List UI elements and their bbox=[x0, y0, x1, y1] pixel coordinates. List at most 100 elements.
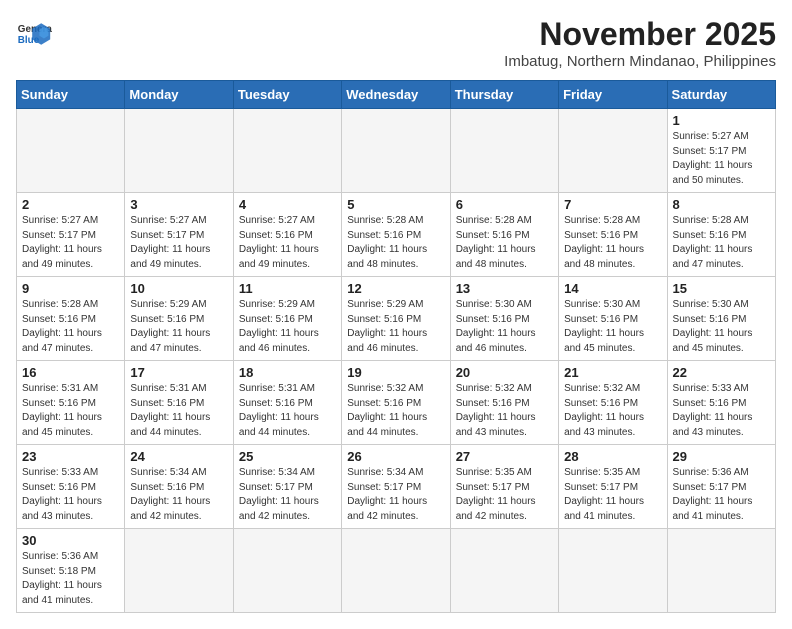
calendar-cell: 1 Sunrise: 5:27 AM Sunset: 5:17 PM Daylig… bbox=[667, 109, 775, 193]
day-number: 6 bbox=[456, 197, 553, 212]
calendar-cell: 27Sunrise: 5:35 AM Sunset: 5:17 PM Dayli… bbox=[450, 445, 558, 529]
calendar-cell: 16 Sunrise: 5:31 AM Sunset: 5:16 PM Dayli… bbox=[17, 361, 125, 445]
logo-icon: General Blue bbox=[16, 16, 52, 52]
calendar-cell: 12 Sunrise: 5:29 AM Sunset: 5:16 PM Dayli… bbox=[342, 277, 450, 361]
day-number: 4 bbox=[239, 197, 336, 212]
cell-sun-info: Sunrise: 5:30 AM Sunset: 5:16 PM Dayligh… bbox=[673, 298, 770, 356]
day-number: 16 bbox=[22, 365, 119, 380]
calendar-cell: 11 Sunrise: 5:29 AM Sunset: 5:16 PM Dayli… bbox=[233, 277, 341, 361]
cell-sun-info: Sunrise: 5:36 AM Sunset: 5:18 PM Dayligh… bbox=[22, 550, 119, 608]
calendar-cell: 22 Sunrise: 5:33 AM Sunset: 5:16 PM Dayli… bbox=[667, 361, 775, 445]
calendar-cell bbox=[450, 529, 558, 613]
calendar-cell: 7Sunrise: 5:28 AM Sunset: 5:16 PM Daylig… bbox=[559, 193, 667, 277]
month-year-title: November 2025 bbox=[504, 16, 776, 53]
day-number: 30 bbox=[22, 533, 119, 548]
day-header-monday: Monday bbox=[125, 81, 233, 109]
cell-sun-info: Sunrise: 5:28 AM Sunset: 5:16 PM Dayligh… bbox=[456, 214, 553, 272]
calendar-week-row: 1 Sunrise: 5:27 AM Sunset: 5:17 PM Daylig… bbox=[17, 109, 776, 193]
title-section: November 2025 Imbatug, Northern Mindanao… bbox=[504, 16, 776, 70]
day-number: 26 bbox=[347, 449, 444, 464]
cell-sun-info: Sunrise: 5:32 AM Sunset: 5:16 PM Dayligh… bbox=[456, 382, 553, 440]
location-subtitle: Imbatug, Northern Mindanao, Philippines bbox=[504, 53, 776, 70]
calendar-cell: 21 Sunrise: 5:32 AM Sunset: 5:16 PM Dayli… bbox=[559, 361, 667, 445]
cell-sun-info: Sunrise: 5:30 AM Sunset: 5:16 PM Dayligh… bbox=[456, 298, 553, 356]
day-header-wednesday: Wednesday bbox=[342, 81, 450, 109]
day-number: 20 bbox=[456, 365, 553, 380]
calendar-cell: 24 Sunrise: 5:34 AM Sunset: 5:16 PM Dayli… bbox=[125, 445, 233, 529]
day-number: 21 bbox=[564, 365, 661, 380]
calendar-cell: 6 Sunrise: 5:28 AM Sunset: 5:16 PM Daylig… bbox=[450, 193, 558, 277]
day-header-tuesday: Tuesday bbox=[233, 81, 341, 109]
calendar-week-row: 23 Sunrise: 5:33 AM Sunset: 5:16 PM Dayli… bbox=[17, 445, 776, 529]
day-number: 2 bbox=[22, 197, 119, 212]
logo: General Blue bbox=[16, 16, 52, 52]
day-number: 27 bbox=[456, 449, 553, 464]
calendar-cell: 9 Sunrise: 5:28 AM Sunset: 5:16 PM Daylig… bbox=[17, 277, 125, 361]
cell-sun-info: Sunrise: 5:29 AM Sunset: 5:16 PM Dayligh… bbox=[239, 298, 336, 356]
cell-sun-info: Sunrise: 5:29 AM Sunset: 5:16 PM Dayligh… bbox=[130, 298, 227, 356]
day-number: 14 bbox=[564, 281, 661, 296]
calendar-cell bbox=[233, 529, 341, 613]
day-number: 5 bbox=[347, 197, 444, 212]
cell-sun-info: Sunrise: 5:27 AM Sunset: 5:16 PM Dayligh… bbox=[239, 214, 336, 272]
calendar-cell bbox=[342, 109, 450, 193]
cell-sun-info: Sunrise: 5:32 AM Sunset: 5:16 PM Dayligh… bbox=[564, 382, 661, 440]
calendar-cell: 28Sunrise: 5:35 AM Sunset: 5:17 PM Dayli… bbox=[559, 445, 667, 529]
calendar-cell bbox=[450, 109, 558, 193]
cell-sun-info: Sunrise: 5:33 AM Sunset: 5:16 PM Dayligh… bbox=[673, 382, 770, 440]
calendar-cell bbox=[559, 109, 667, 193]
day-number: 11 bbox=[239, 281, 336, 296]
calendar-cell: 19Sunrise: 5:32 AM Sunset: 5:16 PM Dayli… bbox=[342, 361, 450, 445]
cell-sun-info: Sunrise: 5:27 AM Sunset: 5:17 PM Dayligh… bbox=[130, 214, 227, 272]
cell-sun-info: Sunrise: 5:33 AM Sunset: 5:16 PM Dayligh… bbox=[22, 466, 119, 524]
calendar-week-row: 30 Sunrise: 5:36 AM Sunset: 5:18 PM Dayli… bbox=[17, 529, 776, 613]
calendar-cell: 14Sunrise: 5:30 AM Sunset: 5:16 PM Dayli… bbox=[559, 277, 667, 361]
calendar-cell bbox=[125, 529, 233, 613]
calendar-header-row: SundayMondayTuesdayWednesdayThursdayFrid… bbox=[17, 81, 776, 109]
day-header-sunday: Sunday bbox=[17, 81, 125, 109]
calendar-cell bbox=[125, 109, 233, 193]
day-number: 1 bbox=[673, 113, 770, 128]
cell-sun-info: Sunrise: 5:34 AM Sunset: 5:16 PM Dayligh… bbox=[130, 466, 227, 524]
calendar-cell: 10 Sunrise: 5:29 AM Sunset: 5:16 PM Dayli… bbox=[125, 277, 233, 361]
day-number: 19 bbox=[347, 365, 444, 380]
day-header-saturday: Saturday bbox=[667, 81, 775, 109]
day-number: 29 bbox=[673, 449, 770, 464]
calendar-cell bbox=[559, 529, 667, 613]
cell-sun-info: Sunrise: 5:34 AM Sunset: 5:17 PM Dayligh… bbox=[239, 466, 336, 524]
cell-sun-info: Sunrise: 5:31 AM Sunset: 5:16 PM Dayligh… bbox=[130, 382, 227, 440]
day-number: 17 bbox=[130, 365, 227, 380]
calendar-cell bbox=[342, 529, 450, 613]
calendar-body: 1 Sunrise: 5:27 AM Sunset: 5:17 PM Daylig… bbox=[17, 109, 776, 613]
cell-sun-info: Sunrise: 5:28 AM Sunset: 5:16 PM Dayligh… bbox=[22, 298, 119, 356]
calendar-cell: 13 Sunrise: 5:30 AM Sunset: 5:16 PM Dayli… bbox=[450, 277, 558, 361]
day-number: 3 bbox=[130, 197, 227, 212]
calendar-week-row: 9 Sunrise: 5:28 AM Sunset: 5:16 PM Daylig… bbox=[17, 277, 776, 361]
cell-sun-info: Sunrise: 5:31 AM Sunset: 5:16 PM Dayligh… bbox=[22, 382, 119, 440]
calendar-cell bbox=[233, 109, 341, 193]
calendar-cell: 26Sunrise: 5:34 AM Sunset: 5:17 PM Dayli… bbox=[342, 445, 450, 529]
calendar-cell: 3 Sunrise: 5:27 AM Sunset: 5:17 PM Daylig… bbox=[125, 193, 233, 277]
calendar-cell: 5Sunrise: 5:28 AM Sunset: 5:16 PM Daylig… bbox=[342, 193, 450, 277]
cell-sun-info: Sunrise: 5:27 AM Sunset: 5:17 PM Dayligh… bbox=[673, 130, 770, 188]
day-number: 22 bbox=[673, 365, 770, 380]
day-number: 28 bbox=[564, 449, 661, 464]
calendar-cell: 8Sunrise: 5:28 AM Sunset: 5:16 PM Daylig… bbox=[667, 193, 775, 277]
cell-sun-info: Sunrise: 5:28 AM Sunset: 5:16 PM Dayligh… bbox=[564, 214, 661, 272]
cell-sun-info: Sunrise: 5:31 AM Sunset: 5:16 PM Dayligh… bbox=[239, 382, 336, 440]
day-number: 10 bbox=[130, 281, 227, 296]
day-number: 18 bbox=[239, 365, 336, 380]
day-number: 23 bbox=[22, 449, 119, 464]
calendar-cell: 25 Sunrise: 5:34 AM Sunset: 5:17 PM Dayli… bbox=[233, 445, 341, 529]
day-number: 15 bbox=[673, 281, 770, 296]
day-header-thursday: Thursday bbox=[450, 81, 558, 109]
day-number: 25 bbox=[239, 449, 336, 464]
calendar-cell: 4 Sunrise: 5:27 AM Sunset: 5:16 PM Daylig… bbox=[233, 193, 341, 277]
day-number: 9 bbox=[22, 281, 119, 296]
calendar-cell: 23 Sunrise: 5:33 AM Sunset: 5:16 PM Dayli… bbox=[17, 445, 125, 529]
day-number: 13 bbox=[456, 281, 553, 296]
day-number: 24 bbox=[130, 449, 227, 464]
day-number: 12 bbox=[347, 281, 444, 296]
calendar-table: SundayMondayTuesdayWednesdayThursdayFrid… bbox=[16, 80, 776, 613]
cell-sun-info: Sunrise: 5:29 AM Sunset: 5:16 PM Dayligh… bbox=[347, 298, 444, 356]
